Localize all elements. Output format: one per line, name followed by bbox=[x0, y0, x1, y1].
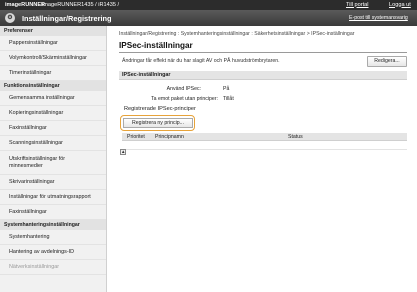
sidebar-item-copy-settings[interactable]: Kopieringsinställningar bbox=[0, 106, 106, 121]
sidebar-heading-preferences: Preferenser bbox=[0, 26, 106, 36]
sidebar-item-printer-settings[interactable]: Skrivarinställningar bbox=[0, 175, 106, 190]
main-content: Inställningar/Registrering : Systemhante… bbox=[113, 26, 413, 292]
sidebar-item-memory-media-print[interactable]: Utskriftsinställningar för minnesmedier bbox=[0, 151, 106, 175]
sidebar-item-fax-settings[interactable]: Faxinställningar bbox=[0, 121, 106, 136]
use-ipsec-label: Använd IPSec: bbox=[166, 86, 201, 92]
sidebar-heading-system-management: Systemhanteringsinställningar bbox=[0, 220, 106, 230]
table-row bbox=[122, 142, 407, 150]
column-priority: Prioritet bbox=[127, 134, 145, 140]
sidebar-item-paper-settings[interactable]: Pappersinställningar bbox=[0, 36, 106, 51]
title-divider bbox=[119, 52, 407, 53]
app-title: Inställningar/Registrering bbox=[22, 13, 112, 23]
use-ipsec-value: På bbox=[223, 86, 230, 92]
column-status: Status bbox=[288, 134, 303, 140]
model-label: imageRUNNER1435 / iR1435 / bbox=[42, 1, 120, 8]
top-bar: imageRUNNER imageRUNNER1435 / iR1435 / T… bbox=[0, 0, 417, 10]
edit-button[interactable]: Redigera... bbox=[367, 56, 407, 67]
brand-label: imageRUNNER bbox=[5, 1, 46, 8]
settings-app-icon: ⚙ bbox=[5, 13, 15, 23]
receive-packets-value: Tillåt bbox=[223, 96, 234, 102]
breadcrumb: Inställningar/Registrering : Systemhante… bbox=[119, 31, 355, 37]
page-top-icon[interactable]: ▲ bbox=[120, 149, 126, 155]
email-admin-link[interactable]: E-post till systemansvarig bbox=[349, 15, 408, 21]
highlight-frame bbox=[120, 115, 195, 131]
sidebar-item-network-settings[interactable]: Nätverksinställningar bbox=[0, 260, 106, 275]
policy-table-header: Prioritet Principnamn Status bbox=[122, 133, 407, 141]
restart-notice: Ändringar får effekt när du har slagit A… bbox=[122, 58, 280, 64]
sidebar-item-system-management[interactable]: Systemhantering bbox=[0, 230, 106, 245]
sidebar-item-volume-display[interactable]: Volymkontroll/Skärminställningar bbox=[0, 51, 106, 66]
sidebar-item-department-id[interactable]: Hantering av avdelnings-ID bbox=[0, 245, 106, 260]
page-title: IPSec-inställningar bbox=[119, 41, 193, 50]
sidebar-item-timer-settings[interactable]: Timerinställningar bbox=[0, 66, 106, 81]
registered-policies-heading: Registrerade IPSec-principer bbox=[124, 106, 196, 112]
sidebar-item-fax-settings-2[interactable]: Faxinställningar bbox=[0, 205, 106, 220]
sidebar: Preferenser Pappersinställningar Volymko… bbox=[0, 26, 107, 292]
sidebar-item-output-report[interactable]: Inställningar för utmatningsrapport bbox=[0, 190, 106, 205]
sidebar-heading-function-settings: Funktionsinställningar bbox=[0, 81, 106, 91]
title-bar: ⚙ Inställningar/Registrering E-post till… bbox=[0, 10, 417, 26]
sidebar-item-scan-settings[interactable]: Scanningsinställningar bbox=[0, 136, 106, 151]
logout-link[interactable]: Logga ut bbox=[389, 2, 411, 8]
column-policy-name: Principnamn bbox=[155, 134, 184, 140]
section-heading-ipsec: IPSec-inställningar bbox=[119, 71, 407, 80]
sidebar-item-common-settings[interactable]: Gemensamma inställningar bbox=[0, 91, 106, 106]
receive-packets-label: Ta emot paket utan principer: bbox=[151, 96, 218, 102]
portal-link[interactable]: Till portal bbox=[346, 2, 368, 8]
